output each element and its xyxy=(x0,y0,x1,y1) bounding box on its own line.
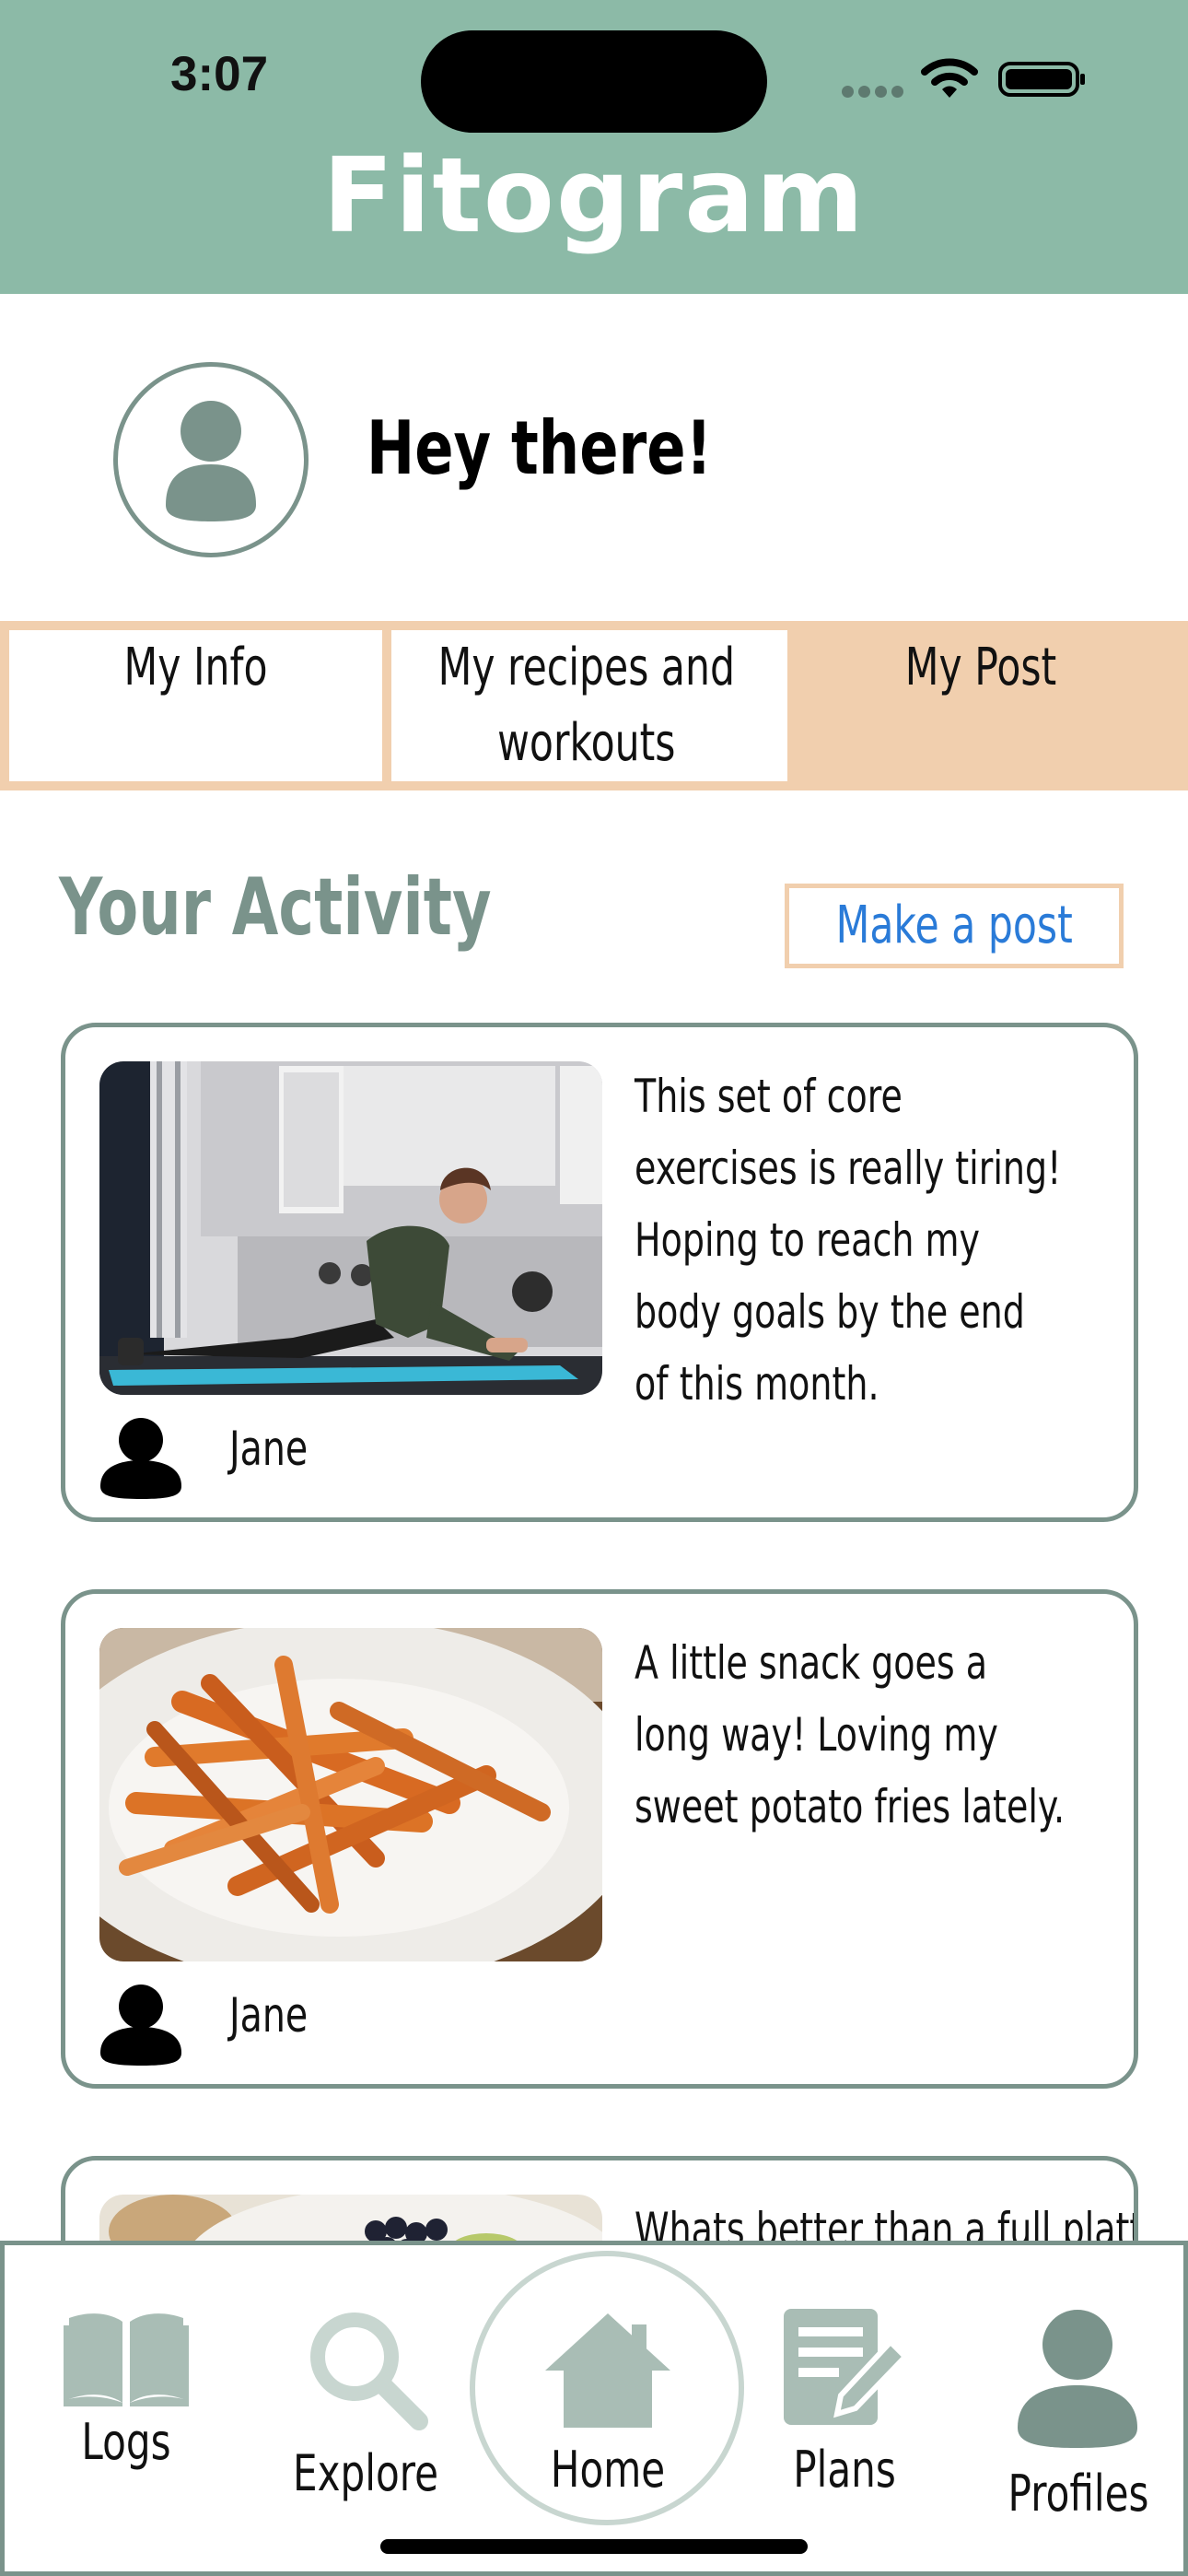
nav-label: Explore xyxy=(292,2444,439,2502)
avatar[interactable] xyxy=(113,362,309,557)
post-caption: A little snack goes a long way! Loving m… xyxy=(635,1636,1066,1833)
cellular-signal-icon xyxy=(842,86,904,99)
author-avatar-icon xyxy=(100,1985,181,2066)
nav-item-profiles[interactable]: Profiles xyxy=(959,2245,1183,2540)
nav-label: Profiles xyxy=(1007,2465,1149,2523)
woman-plank-photo xyxy=(99,1061,602,1395)
tab-label: My Info xyxy=(123,638,268,697)
status-time: 3:07 xyxy=(170,47,269,101)
profile-screen: 3:07 Fitogram Hey there! My Info My reci… xyxy=(0,0,1188,2576)
app-header: 3:07 Fitogram xyxy=(0,0,1188,294)
nav-label: Plans xyxy=(793,2441,896,2499)
greeting-text: Hey there! xyxy=(367,405,713,491)
make-post-button[interactable]: Make a post xyxy=(785,884,1124,968)
person-icon xyxy=(166,401,256,521)
post-photo[interactable] xyxy=(99,1061,602,1395)
post-photo[interactable] xyxy=(99,1628,602,1961)
make-post-label: Make a post xyxy=(835,896,1073,955)
home-indicator[interactable] xyxy=(380,2539,808,2554)
tab-label: My Post xyxy=(904,638,1057,697)
post-card[interactable]: A little snack goes a long way! Loving m… xyxy=(61,1589,1138,2089)
app-title: Fitogram xyxy=(322,136,866,256)
post-card[interactable]: This set of core exercises is really tir… xyxy=(61,1023,1138,1522)
post-author: Jane xyxy=(229,1422,309,1477)
nav-item-home[interactable]: Home xyxy=(470,2251,744,2525)
author-avatar-icon xyxy=(100,1418,181,1499)
dynamic-island xyxy=(421,30,767,133)
search-icon xyxy=(310,2313,428,2430)
tab-my-info[interactable]: My Info xyxy=(9,630,382,781)
home-icon xyxy=(545,2313,670,2428)
person-icon xyxy=(1018,2310,1137,2448)
notepad-pencil-icon xyxy=(784,2309,909,2425)
activity-heading: Your Activity xyxy=(59,861,492,954)
nav-item-logs[interactable]: Logs xyxy=(5,2245,244,2522)
tab-label-text: My recipes and workouts xyxy=(437,638,735,773)
tab-my-post[interactable]: My Post xyxy=(787,630,1174,781)
nav-item-plans[interactable]: Plans xyxy=(723,2245,962,2522)
battery-icon xyxy=(998,62,1085,97)
book-icon xyxy=(64,2313,189,2406)
sweet-potato-fries-photo xyxy=(99,1628,602,1961)
profile-tabs: My Info My recipes and workouts My Post xyxy=(0,621,1188,790)
wifi-icon xyxy=(921,58,978,98)
nav-label: Home xyxy=(550,2441,666,2499)
nav-item-explore[interactable]: Explore xyxy=(246,2245,485,2522)
post-author: Jane xyxy=(229,1988,309,2043)
post-caption: This set of core exercises is really tir… xyxy=(635,1070,1062,1411)
bottom-nav: Logs Explore Home Plans Profiles xyxy=(0,2241,1188,2576)
tab-my-recipes-and-workouts[interactable]: My recipes and workouts xyxy=(391,630,787,781)
tab-label: My recipes and workouts xyxy=(391,630,787,781)
nav-label: Logs xyxy=(81,2413,171,2471)
